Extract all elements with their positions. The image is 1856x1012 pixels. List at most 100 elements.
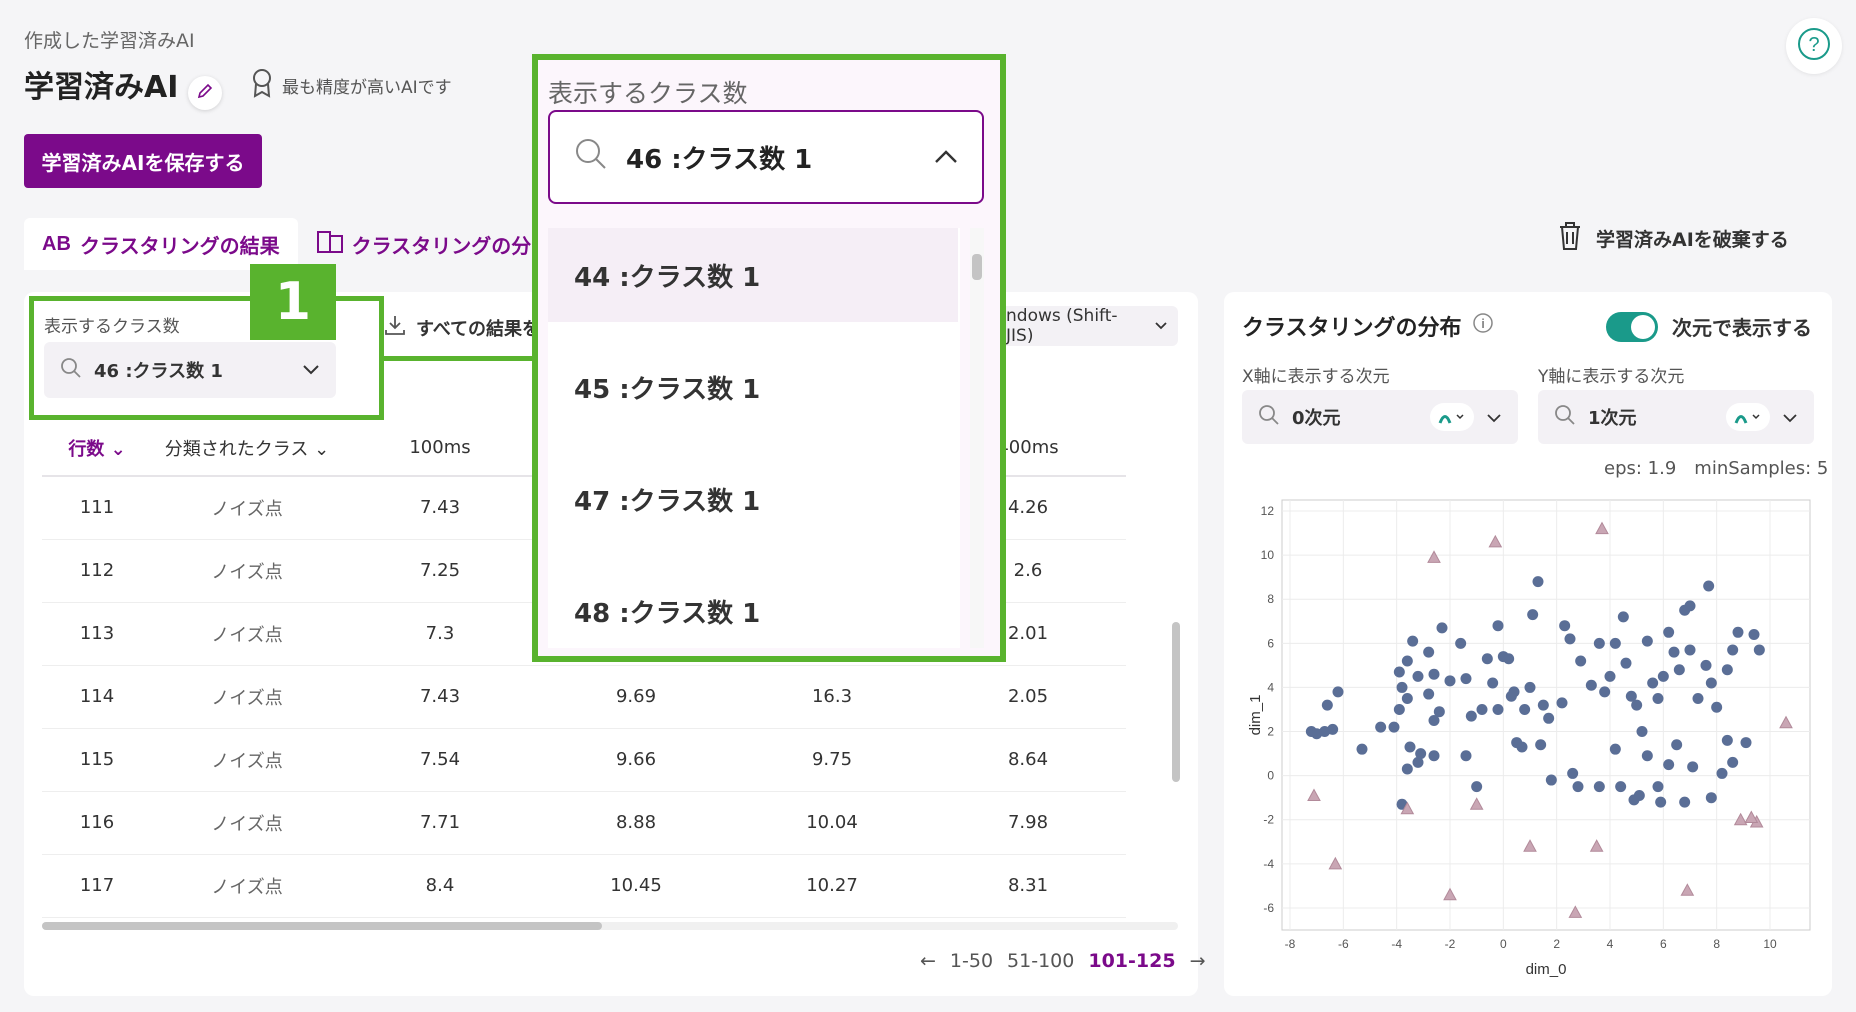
cluster-point [1636,726,1648,738]
dropdown-option[interactable]: 48 :クラス数 1 [548,564,958,648]
y-axis-label: dim_1 [1247,695,1264,736]
page-link[interactable]: 51-100 [1007,950,1074,972]
dropdown-option[interactable]: 47 :クラス数 1 [548,452,958,546]
save-model-button[interactable]: 学習済みAIを保存する [24,134,262,188]
cluster-point [1401,655,1413,667]
cluster-point [1585,679,1597,691]
cluster-point [1732,626,1744,638]
column-header-class[interactable]: 分類されたクラス ⌄ [152,420,342,477]
cluster-point [1620,657,1632,669]
dropdown-scrollbar[interactable] [970,228,984,648]
cluster-point [1537,699,1549,711]
table-cell: 2.05 [930,665,1126,729]
ai-suggest-icon[interactable] [1430,403,1474,431]
x-tick-label: 8 [1713,937,1720,951]
table-cell: 8.31 [930,854,1126,918]
cluster-point [1705,677,1717,689]
table-cell: 7.43 [342,665,538,729]
horizontal-scroll-thumb[interactable] [42,922,602,930]
page-link[interactable]: 1-50 [950,950,993,972]
vertical-scroll-thumb[interactable] [1172,622,1180,782]
table-cell: 9.66 [538,728,734,792]
svg-text:i: i [1481,316,1485,331]
cluster-point [1647,677,1659,689]
cluster-point [1617,611,1629,623]
table-row: 117 ノイズ点 8.4 10.45 10.27 8.31 [42,854,1126,918]
cluster-point [1572,781,1584,793]
cluster-point [1423,646,1435,658]
cluster-point [1535,739,1547,751]
table-cell: 115 [42,728,152,792]
page-link-current[interactable]: 101-125 [1088,950,1175,972]
cluster-point [1633,789,1645,801]
table-cell: 8.88 [538,791,734,855]
cluster-point [1460,673,1472,685]
dropdown-option[interactable]: 44 :クラス数 1 [548,228,958,322]
table-cell: 10.45 [538,854,734,918]
y-tick-label: 2 [1267,725,1274,739]
download-all-button[interactable]: すべての結果を [384,314,540,341]
download-icon [384,314,406,341]
ab-icon: AB [42,230,72,259]
edit-title-button[interactable] [188,76,222,110]
y-tick-label: -6 [1263,901,1274,915]
table-cell: 8.64 [930,728,1126,792]
dimension-toggle[interactable] [1606,312,1658,342]
table-cell: ノイズ点 [152,539,342,603]
info-icon[interactable]: i [1472,312,1494,340]
cluster-point [1527,609,1539,621]
table-cell: ノイズ点 [152,854,342,918]
table-row: 116 ノイズ点 7.71 8.88 10.04 7.98 [42,791,1126,855]
cluster-point [1481,653,1493,665]
x-axis-select[interactable]: 0次元 [1242,390,1518,444]
cluster-point [1679,796,1691,808]
cluster-point [1711,701,1723,713]
dropdown-scroll-thumb[interactable] [972,254,982,280]
x-tick-label: -2 [1445,937,1456,951]
cluster-point [1652,692,1664,704]
min-samples-value: minSamples: 5 [1694,458,1829,479]
discard-model-button[interactable]: 学習済みAIを破棄する [1556,220,1789,257]
x-tick-label: -4 [1391,937,1402,951]
cluster-point [1503,653,1515,665]
dropdown-select-open[interactable]: 46 :クラス数 1 [548,110,984,204]
cluster-point [1404,741,1416,753]
cluster-point [1593,781,1605,793]
cluster-point [1559,620,1571,632]
page-subtitle: 作成した学習済みAI [24,30,195,52]
cluster-point [1705,792,1717,804]
prev-page-arrow-icon[interactable]: ← [920,950,936,972]
cluster-point [1652,781,1664,793]
cluster-point [1415,748,1427,760]
best-accuracy-badge: 最も精度が高いAIです [250,68,452,103]
cluster-point [1687,761,1699,773]
cluster-point [1532,576,1544,588]
next-page-arrow-icon[interactable]: → [1190,950,1206,972]
tab-clustering-result[interactable]: AB クラスタリングの結果 [24,218,298,270]
cluster-point [1460,750,1472,762]
cluster-point [1465,710,1477,722]
cluster-point [1716,767,1728,779]
cluster-point [1332,686,1344,698]
table-cell: 16.3 [734,665,930,729]
ai-suggest-icon[interactable] [1726,403,1770,431]
y-axis-select[interactable]: 1次元 [1538,390,1814,444]
column-header-100ms: 100ms [342,420,538,477]
encoding-select[interactable]: ndows (Shift-JIS) [996,306,1178,346]
tab-clustering-distribution[interactable]: クラスタリングの分 [298,218,550,270]
dropdown-option[interactable]: 45 :クラス数 1 [548,340,958,434]
cluster-point [1492,703,1504,715]
cluster-point [1311,728,1323,740]
cluster-point [1609,743,1621,755]
help-button[interactable]: ? [1786,18,1842,74]
cluster-point [1748,629,1760,641]
trash-icon [1556,220,1584,257]
x-axis-value: 0次元 [1292,408,1341,429]
tab-label: クラスタリングの分 [351,233,532,258]
column-header-rows[interactable]: 行数 ⌄ [42,420,152,477]
table-cell: 117 [42,854,152,918]
cluster-point [1428,750,1440,762]
y-tick-label: 4 [1267,680,1274,694]
table-cell: 7.98 [930,791,1126,855]
table-cell: 9.75 [734,728,930,792]
